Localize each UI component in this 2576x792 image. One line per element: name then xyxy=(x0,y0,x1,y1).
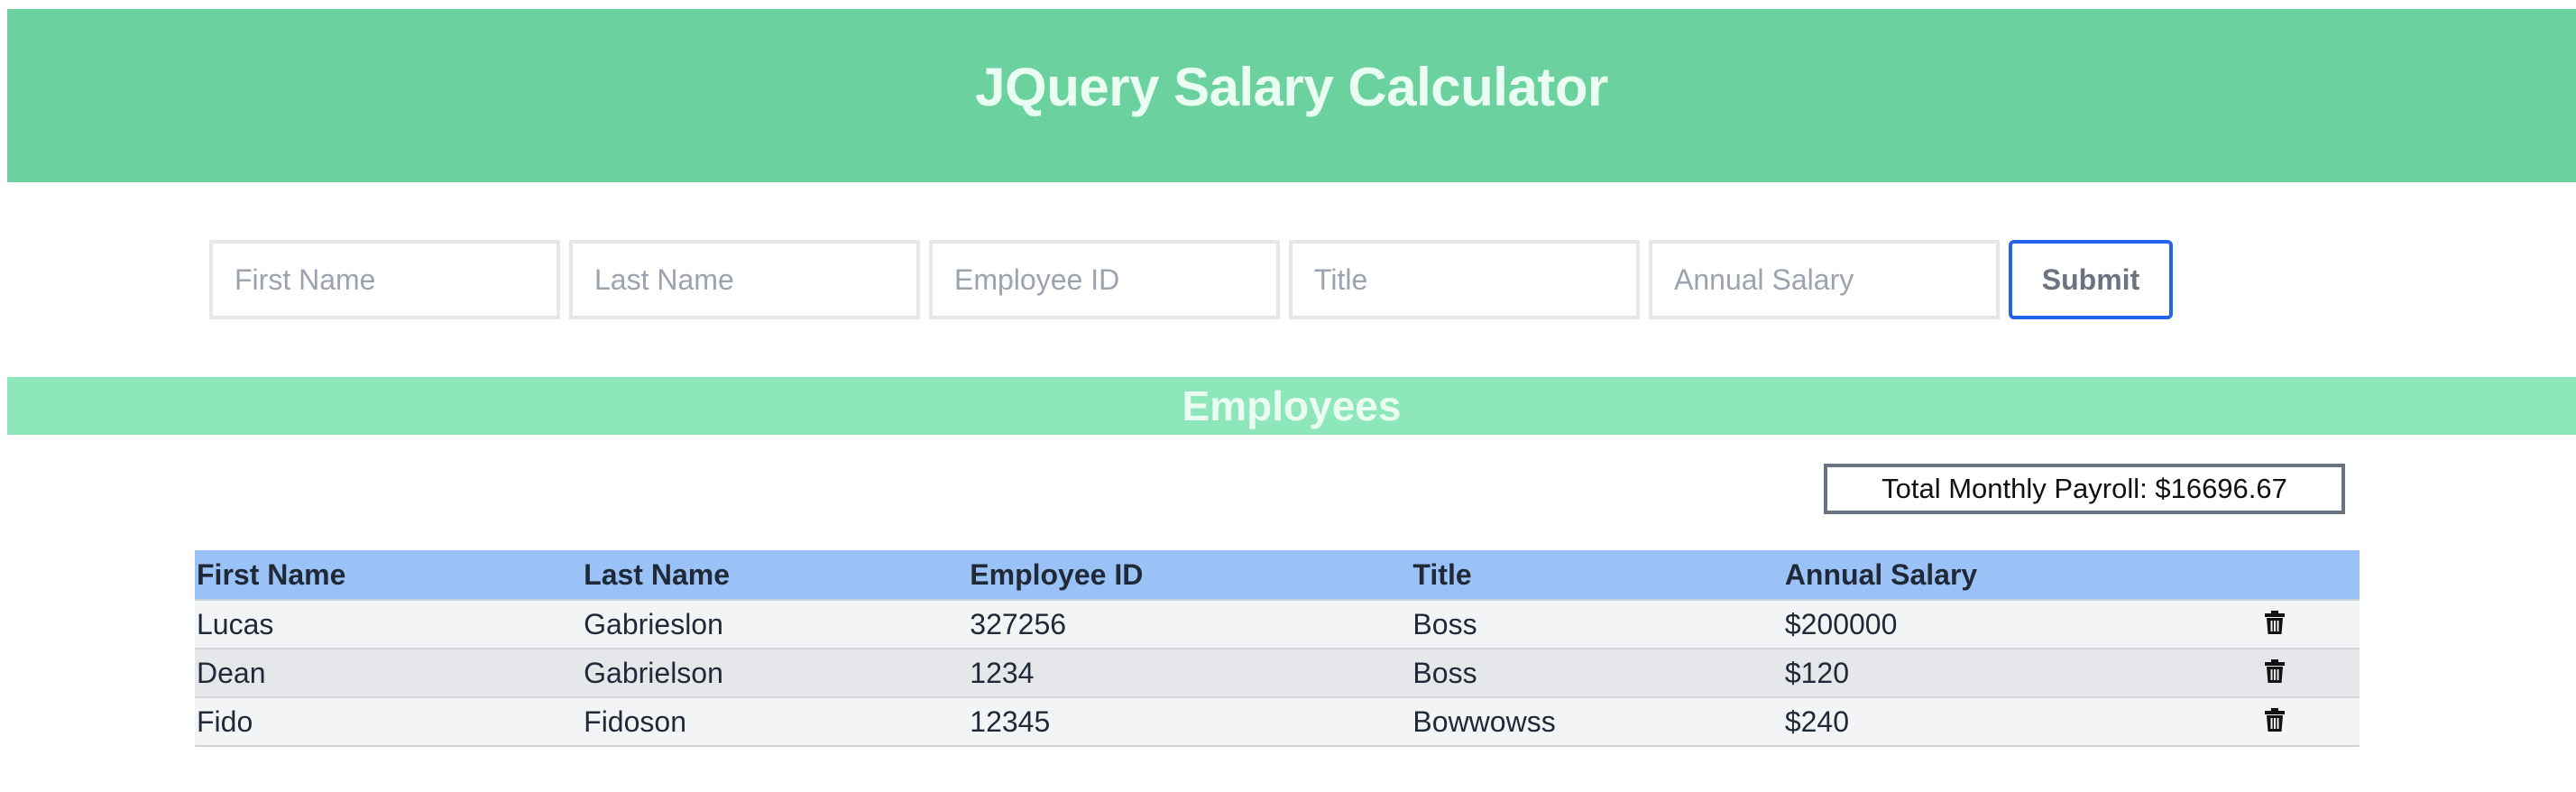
cell-first-name: Lucas xyxy=(195,600,583,649)
cell-last-name: Gabrielson xyxy=(582,649,969,698)
header-banner: JQuery Salary Calculator xyxy=(7,9,2576,182)
table-header-row: First Name Last Name Employee ID Title A… xyxy=(195,550,2360,601)
cell-title: Bowwowss xyxy=(1411,697,1783,747)
cell-employee-id: 12345 xyxy=(968,697,1412,747)
employees-heading: Employees xyxy=(1182,382,1402,429)
last-name-input[interactable] xyxy=(569,240,920,319)
cell-action xyxy=(2259,649,2360,698)
cell-action xyxy=(2259,697,2360,747)
employee-table: First Name Last Name Employee ID Title A… xyxy=(195,550,2360,747)
column-header-employee-id: Employee ID xyxy=(968,550,1412,601)
trash-icon[interactable] xyxy=(2261,609,2288,636)
trash-icon-graphic xyxy=(2265,610,2286,634)
employee-id-input[interactable] xyxy=(929,240,1280,319)
cell-title: Boss xyxy=(1411,649,1783,698)
cell-title: Boss xyxy=(1411,600,1783,649)
trash-icon-graphic xyxy=(2265,707,2286,732)
cell-last-name: Fidoson xyxy=(582,697,969,747)
total-monthly-payroll: Total Monthly Payroll: $16696.67 xyxy=(1824,464,2345,514)
annual-salary-input[interactable] xyxy=(1649,240,2000,319)
trash-icon[interactable] xyxy=(2261,706,2288,733)
cell-last-name: Gabrieslon xyxy=(582,600,969,649)
cell-employee-id: 327256 xyxy=(968,600,1412,649)
cell-first-name: Fido xyxy=(195,697,583,747)
table-row: Lucas Gabrieslon 327256 Boss $200000 xyxy=(195,600,2360,649)
column-header-title: Title xyxy=(1411,550,1783,601)
employee-form: Submit xyxy=(209,240,2173,319)
cell-annual-salary: $240 xyxy=(1782,697,2260,747)
column-header-last-name: Last Name xyxy=(582,550,969,601)
trash-icon-graphic xyxy=(2265,658,2286,683)
table-row: Fido Fidoson 12345 Bowwowss $240 xyxy=(195,697,2360,747)
cell-employee-id: 1234 xyxy=(968,649,1412,698)
column-header-action xyxy=(2259,550,2360,601)
page: JQuery Salary Calculator Submit Employee… xyxy=(0,0,2576,792)
table-row: Dean Gabrielson 1234 Boss $120 xyxy=(195,649,2360,698)
column-header-first-name: First Name xyxy=(195,550,583,601)
cell-annual-salary: $120 xyxy=(1782,649,2260,698)
cell-action xyxy=(2259,600,2360,649)
title-input[interactable] xyxy=(1289,240,1640,319)
column-header-annual-salary: Annual Salary xyxy=(1782,550,2260,601)
submit-button[interactable]: Submit xyxy=(2009,240,2173,319)
page-title: JQuery Salary Calculator xyxy=(975,56,1608,117)
trash-icon[interactable] xyxy=(2261,658,2288,685)
employees-band: Employees xyxy=(7,377,2576,435)
first-name-input[interactable] xyxy=(209,240,560,319)
cell-first-name: Dean xyxy=(195,649,583,698)
cell-annual-salary: $200000 xyxy=(1782,600,2260,649)
